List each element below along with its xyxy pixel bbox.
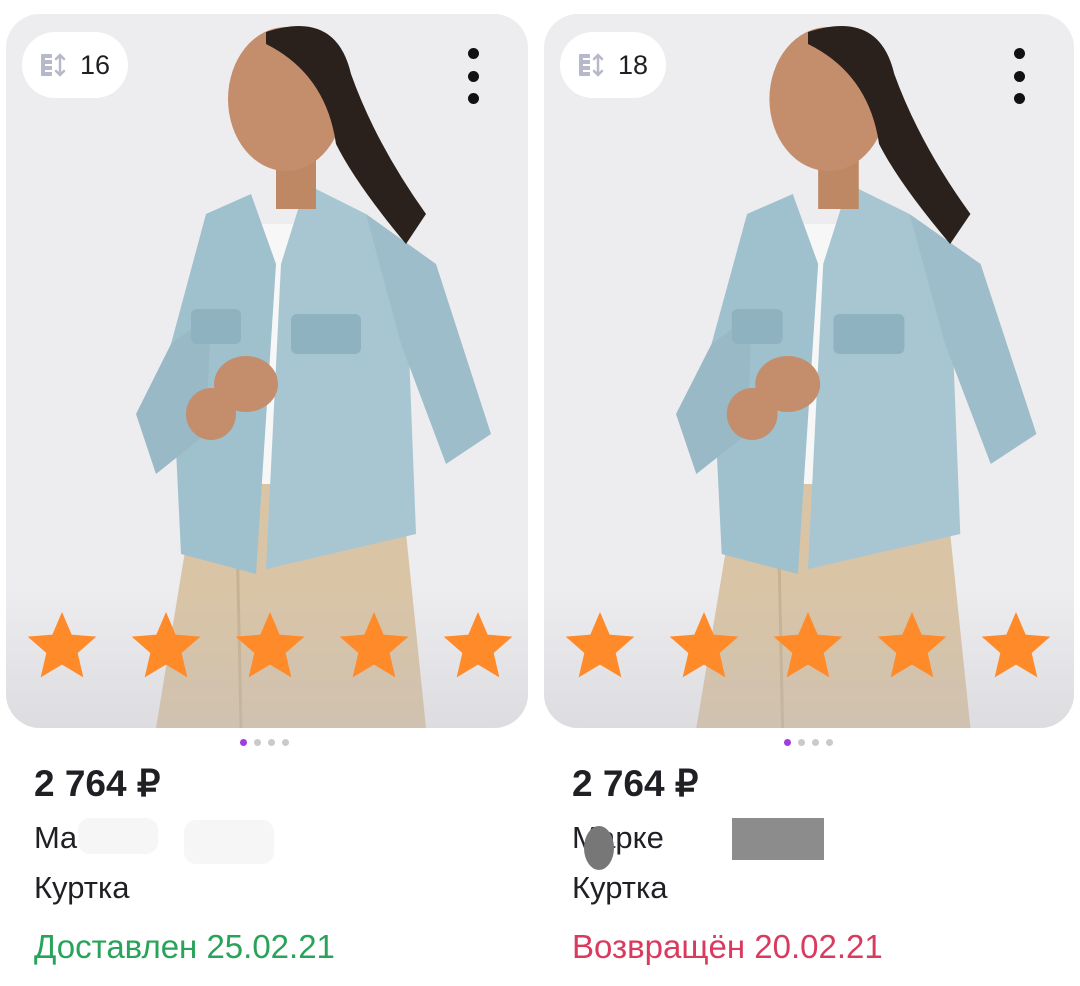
more-vertical-icon[interactable] [462, 48, 484, 104]
star-icon[interactable] [664, 606, 744, 686]
size-ruler-icon [579, 53, 604, 77]
pager-dot [784, 739, 791, 746]
redacted-area [584, 826, 614, 870]
product-price: 2 764 ₽ [572, 763, 699, 804]
menu-dot [467, 93, 479, 104]
product-price: 2 764 ₽ [34, 763, 161, 804]
star-icon[interactable] [560, 606, 640, 686]
redacted-area [732, 818, 824, 860]
redacted-area [78, 818, 158, 854]
image-pager [784, 739, 833, 746]
menu-dot [1013, 93, 1025, 104]
order-status: Возвращён 20.02.21 [572, 928, 883, 965]
product-card[interactable]: 16 2 764 ₽ Ma er Куртка Доставлен 25.02.… [6, 14, 528, 986]
pager-dot [268, 739, 275, 746]
menu-dot [1013, 70, 1025, 82]
rating-stars[interactable] [560, 606, 1056, 686]
pager-dot [812, 739, 819, 746]
product-photo[interactable]: 18 [544, 14, 1074, 728]
size-badge: 18 [560, 32, 667, 98]
product-type: Куртка [572, 870, 668, 905]
menu-dot [467, 48, 479, 59]
rating-stars[interactable] [22, 606, 518, 686]
menu-dot [1013, 48, 1025, 59]
pager-dot [240, 739, 247, 746]
pager-dot [798, 739, 805, 746]
size-ruler-icon [41, 53, 66, 77]
pager-dot [254, 739, 261, 746]
star-icon[interactable] [976, 606, 1056, 686]
size-badge: 16 [22, 32, 129, 98]
star-icon[interactable] [768, 606, 848, 686]
order-status: Доставлен 25.02.21 [34, 928, 335, 965]
star-icon[interactable] [230, 606, 310, 686]
pager-dot [282, 739, 289, 746]
redacted-area [184, 820, 274, 864]
star-icon[interactable] [334, 606, 414, 686]
star-icon[interactable] [438, 606, 518, 686]
star-icon[interactable] [872, 606, 952, 686]
product-card[interactable]: 18 2 764 ₽ Марке Куртка Возвращён 20.02.… [544, 14, 1074, 986]
product-type: Куртка [34, 870, 130, 905]
star-icon[interactable] [22, 606, 102, 686]
star-icon[interactable] [126, 606, 206, 686]
image-pager [240, 739, 289, 746]
size-value: 18 [618, 49, 649, 80]
menu-dot [467, 70, 479, 82]
more-vertical-icon[interactable] [1008, 48, 1030, 104]
size-value: 16 [80, 49, 111, 80]
product-photo[interactable]: 16 [6, 14, 528, 728]
pager-dot [826, 739, 833, 746]
